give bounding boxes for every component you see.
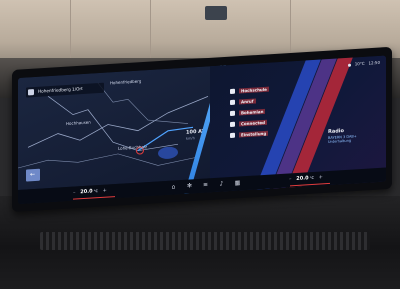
wall-fixture (205, 6, 227, 20)
shortcut-list: Hochschule Anruf Bohemian Connected Eins… (230, 83, 290, 142)
shortcut-label: Bohemian (239, 108, 266, 116)
signal-icon (348, 63, 352, 67)
air-vent (40, 232, 370, 250)
left-temp-down-button[interactable]: – (73, 189, 76, 195)
status-bar: 10°C 12:50 (348, 60, 380, 67)
apps-icon[interactable]: ▦ (234, 179, 241, 186)
status-temperature: 10°C (354, 60, 365, 67)
media-icon[interactable]: ♪ (218, 180, 225, 187)
seat-heat-icon[interactable]: ≋ (202, 181, 209, 188)
shortcut-label: Hochschule (239, 86, 269, 94)
settings-icon (230, 132, 235, 139)
right-temp-up-button[interactable]: + (319, 174, 323, 180)
arrow-left-icon: ← (30, 170, 36, 179)
connected-icon (230, 121, 235, 128)
left-temp-unit: °C (93, 189, 98, 194)
speed-unit: km/h (186, 136, 195, 141)
left-climate: – 20.0°C + (70, 187, 110, 196)
destination-icon (28, 89, 34, 96)
destination-text: Hohenfriedberg 1/Ort (38, 86, 83, 94)
left-temp-value[interactable]: 20.0 (80, 188, 92, 195)
shortcut-label: Anruf (239, 98, 256, 105)
status-time: 12:50 (368, 59, 380, 66)
infotainment-screen: Hohenfriedberg 1/Ort Hohenfriedberg Lohe… (18, 55, 386, 204)
lake (158, 146, 178, 159)
shortcut-label: Einstellung (239, 130, 269, 138)
radio-widget[interactable]: Radio BAYERN 3 DAB+ Unterhaltung (328, 126, 378, 144)
back-button[interactable]: ← (26, 168, 40, 182)
home-icon[interactable]: ⌂ (170, 183, 177, 190)
media-icon (230, 110, 235, 117)
left-temp-up-button[interactable]: + (103, 188, 107, 194)
right-temp-down-button[interactable]: – (289, 176, 292, 182)
right-temp-unit: °C (309, 175, 314, 181)
navigation-icon (230, 88, 235, 95)
right-temp-value[interactable]: 20.0 (296, 175, 308, 182)
right-climate: – 20.0°C + (286, 174, 326, 182)
fan-icon[interactable]: ✻ (186, 182, 193, 189)
shortcut-label: Connected (239, 119, 267, 127)
phone-icon (230, 99, 235, 106)
